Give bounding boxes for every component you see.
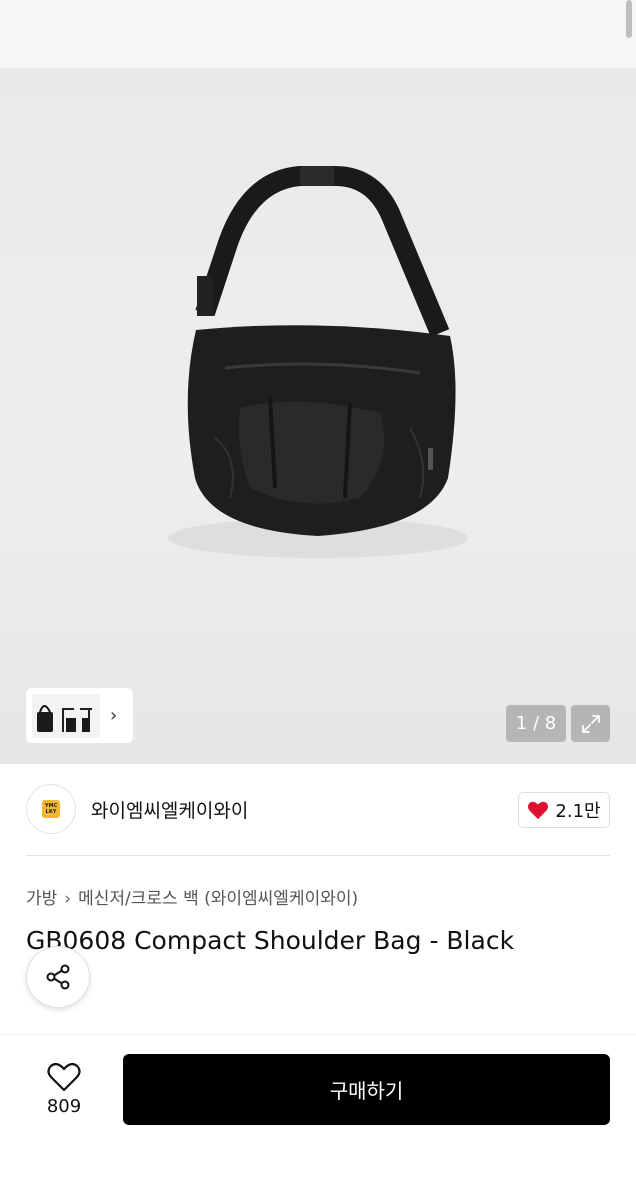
brand-logo-mark: YMC LKY	[42, 800, 60, 818]
heart-outline-icon	[47, 1062, 81, 1091]
expand-button[interactable]	[571, 705, 610, 742]
divider	[26, 855, 610, 856]
product-title: GB0608 Compact Shoulder Bag - Black	[26, 926, 515, 955]
wishlist-button[interactable]: 809	[26, 1054, 102, 1124]
thumbnail-strip[interactable]: ›	[26, 688, 133, 743]
chevron-right-icon: ›	[64, 889, 72, 909]
brand-row[interactable]: YMC LKY 와이엠씨엘케이와이 2.1만	[26, 783, 610, 835]
heart-filled-icon	[528, 801, 549, 820]
image-counter: 1 / 8	[506, 705, 566, 742]
product-image-gallery[interactable]	[0, 68, 636, 764]
share-icon	[46, 964, 70, 990]
breadcrumb-subcategory[interactable]: 메신저/크로스 백 (와이엠씨엘케이와이)	[78, 889, 358, 909]
product-image	[168, 166, 468, 558]
buy-button[interactable]: 구매하기	[123, 1054, 610, 1125]
brand-name[interactable]: 와이엠씨엘케이와이	[91, 796, 248, 823]
wishlist-count: 809	[46, 1095, 82, 1117]
share-button[interactable]	[26, 946, 90, 1008]
brand-like-count: 2.1만	[555, 801, 601, 822]
brand-like-button[interactable]: 2.1만	[518, 792, 610, 828]
top-strip	[0, 0, 636, 68]
brand-logo[interactable]: YMC LKY	[26, 784, 76, 834]
thumbnail-image[interactable]	[32, 693, 100, 738]
breadcrumb: 가방 › 메신저/크로스 백 (와이엠씨엘케이와이)	[26, 884, 358, 909]
chevron-right-icon[interactable]: ›	[110, 705, 117, 726]
scrollbar-thumb[interactable]	[626, 0, 632, 38]
breadcrumb-category[interactable]: 가방	[26, 889, 57, 909]
expand-arrows-icon	[581, 714, 600, 733]
